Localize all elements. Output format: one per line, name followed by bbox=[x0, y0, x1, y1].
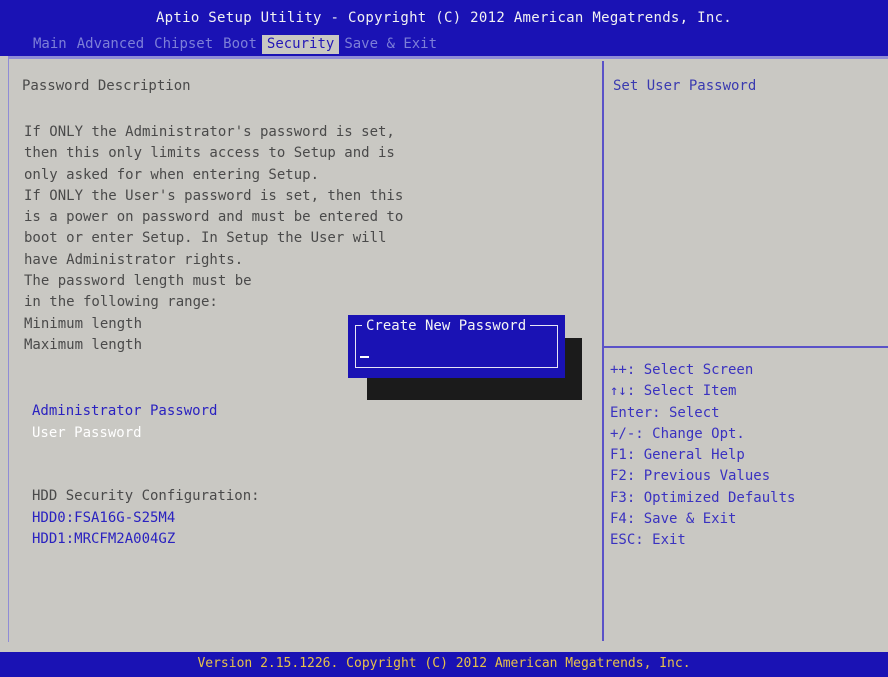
app-title: Aptio Setup Utility - Copyright (C) 2012… bbox=[155, 10, 733, 26]
description-line: then this only limits access to Setup an… bbox=[24, 145, 395, 162]
dialog-title: Create New Password bbox=[362, 318, 531, 334]
description-line: If ONLY the User's password is set, then… bbox=[24, 187, 404, 204]
footer-bar: Version 2.15.1226. Copyright (C) 2012 Am… bbox=[0, 652, 888, 677]
description-line: have Administrator rights. bbox=[24, 251, 244, 268]
administrator-password-item[interactable]: Administrator Password bbox=[32, 403, 217, 419]
hdd-security-heading: HDD Security Configuration: bbox=[32, 488, 260, 504]
description-line: boot or enter Setup. In Setup the User w… bbox=[24, 230, 387, 247]
key-hint-change-opt: +/-: Change Opt. bbox=[610, 425, 745, 442]
bios-screen: Aptio Setup Utility - Copyright (C) 2012… bbox=[0, 0, 888, 677]
create-password-dialog: Create New Password bbox=[348, 315, 565, 378]
password-description-title: Password Description bbox=[22, 78, 191, 94]
key-hint-previous-values: F2: Previous Values bbox=[610, 468, 771, 485]
new-password-input[interactable] bbox=[358, 343, 555, 363]
help-divider bbox=[604, 346, 888, 348]
tab-advanced[interactable]: Advanced bbox=[72, 35, 149, 54]
version-text: Version 2.15.1226. Copyright (C) 2012 Am… bbox=[197, 656, 691, 671]
key-hint-save-exit: F4: Save & Exit bbox=[610, 511, 737, 528]
description-line: only asked for when entering Setup. bbox=[24, 166, 320, 183]
key-legend: ++: Select Screen ↑↓: Select Item Enter:… bbox=[610, 360, 795, 552]
item-help-text: Set User Password bbox=[613, 78, 757, 94]
description-line: in the following range: bbox=[24, 294, 218, 311]
key-hint-enter: Enter: Select bbox=[610, 404, 720, 421]
key-hint-select-screen: ++: Select Screen bbox=[610, 362, 754, 378]
tab-save-exit[interactable]: Save & Exit bbox=[339, 35, 442, 54]
minimum-length-label: Minimum length bbox=[24, 315, 143, 332]
key-hint-optimized-defaults: F3: Optimized Defaults bbox=[610, 489, 796, 506]
description-line: is a power on password and must be enter… bbox=[24, 209, 404, 226]
description-line: If ONLY the Administrator's password is … bbox=[24, 124, 395, 140]
tab-boot[interactable]: Boot bbox=[218, 35, 262, 54]
description-line: The password length must be bbox=[24, 273, 252, 290]
key-hint-general-help: F1: General Help bbox=[610, 447, 745, 464]
tab-bar: Main Advanced Chipset Boot Security Save… bbox=[28, 33, 442, 55]
key-hint-exit: ESC: Exit bbox=[610, 532, 686, 549]
user-password-item[interactable]: User Password bbox=[32, 425, 142, 441]
tab-chipset[interactable]: Chipset bbox=[149, 35, 218, 54]
hdd1-item[interactable]: HDD1:MRCFM2A004GZ bbox=[32, 531, 175, 547]
tab-security[interactable]: Security bbox=[261, 34, 340, 54]
text-cursor bbox=[360, 356, 369, 358]
tab-main[interactable]: Main bbox=[28, 35, 72, 54]
hdd0-item[interactable]: HDD0:FSA16G-S25M4 bbox=[32, 510, 175, 526]
key-hint-select-item: ↑↓: Select Item bbox=[610, 383, 737, 400]
maximum-length-label: Maximum length bbox=[24, 336, 143, 353]
header-bar: Aptio Setup Utility - Copyright (C) 2012… bbox=[0, 0, 888, 56]
vertical-divider bbox=[602, 61, 604, 641]
password-description-text: If ONLY the Administrator's password is … bbox=[24, 122, 403, 356]
